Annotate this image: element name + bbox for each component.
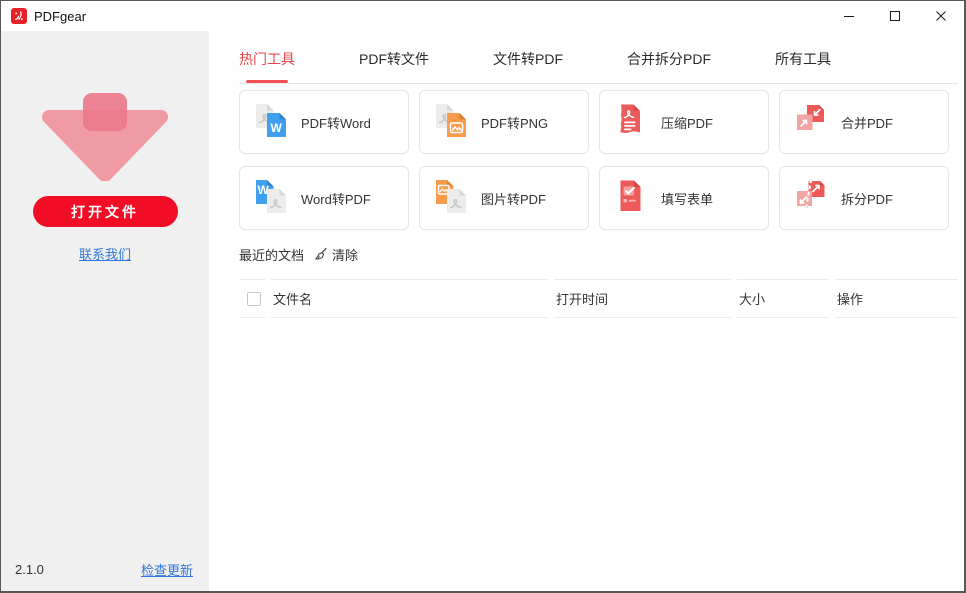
tool-card-pdf-to-png[interactable]: PDF转PNG	[419, 90, 589, 154]
sidebar: 打开文件 联系我们 2.1.0 检查更新	[1, 31, 209, 591]
title-bar: PDFgear	[1, 1, 964, 31]
tool-card-word-to-pdf[interactable]: W Word转PDF	[239, 166, 409, 230]
tool-card-label: Word转PDF	[301, 191, 371, 207]
window-title: PDFgear	[34, 8, 87, 24]
app-window: PDFgear 打开文件 联系我们 2.1.0 检查更新 热门工具 PDF转文件…	[0, 0, 966, 593]
tool-card-label: 合并PDF	[841, 115, 894, 131]
svg-text:W: W	[271, 121, 283, 135]
app-logo-icon	[11, 8, 27, 24]
tool-card-label: 图片转PDF	[481, 191, 547, 207]
maximize-icon	[890, 11, 900, 21]
fill-form-icon	[613, 178, 649, 219]
table-col-actions: 操作	[835, 279, 958, 318]
clear-label: 清除	[332, 247, 359, 263]
pdf-to-png-icon	[433, 102, 469, 143]
tool-card-split-pdf[interactable]: 拆分PDF	[779, 166, 949, 230]
table-col-open-time: 打开时间	[554, 279, 731, 318]
version-label: 2.1.0	[15, 562, 44, 577]
tool-card-compress-pdf[interactable]: 压缩PDF	[599, 90, 769, 154]
word-to-pdf-icon: W	[253, 178, 289, 219]
tool-card-label: 压缩PDF	[661, 115, 714, 131]
tab-bar: 热门工具 PDF转文件 文件转PDF 合并拆分PDF 所有工具	[239, 31, 958, 84]
recent-docs-table-body	[209, 318, 964, 591]
tab-file-to-pdf[interactable]: 文件转PDF	[493, 49, 563, 83]
download-arrow-graphic	[35, 91, 175, 186]
compress-pdf-icon	[613, 102, 649, 143]
tool-card-label: PDF转PNG	[481, 115, 549, 131]
maximize-button[interactable]	[872, 1, 918, 31]
recent-docs-table-header: 文件名 打开时间 大小 操作	[239, 279, 958, 318]
pdf-to-word-icon: W	[253, 102, 289, 143]
minimize-icon	[844, 16, 854, 17]
merge-pdf-icon	[793, 102, 829, 143]
table-col-filename: 文件名	[271, 279, 548, 318]
select-all-checkbox[interactable]	[247, 291, 261, 306]
tab-merge-split-pdf[interactable]: 合并拆分PDF	[627, 49, 711, 83]
open-file-button[interactable]: 打开文件	[32, 196, 178, 227]
check-update-link[interactable]: 检查更新	[141, 560, 193, 579]
table-col-size: 大小	[737, 279, 829, 318]
contact-us-link[interactable]: 联系我们	[79, 244, 131, 263]
image-to-pdf-icon	[433, 178, 469, 219]
recent-docs-header: 最近的文档 清除	[239, 245, 964, 264]
minimize-button[interactable]	[826, 1, 872, 31]
table-col-checkbox	[239, 279, 265, 318]
main-panel: 热门工具 PDF转文件 文件转PDF 合并拆分PDF 所有工具 W PDF转Wo…	[209, 31, 964, 591]
tab-hot-tools[interactable]: 热门工具	[239, 49, 295, 83]
sidebar-bottom: 2.1.0 检查更新	[1, 560, 209, 591]
close-button[interactable]	[918, 1, 964, 31]
clear-broom-icon	[315, 247, 327, 260]
clear-recent-button[interactable]: 清除	[314, 245, 358, 264]
split-pdf-icon	[793, 178, 829, 219]
recent-docs-title: 最近的文档	[239, 247, 305, 263]
tool-card-label: 填写表单	[661, 191, 714, 207]
tool-card-label: 拆分PDF	[841, 191, 894, 207]
tool-card-fill-form[interactable]: 填写表单	[599, 166, 769, 230]
tool-card-image-to-pdf[interactable]: 图片转PDF	[419, 166, 589, 230]
tab-pdf-to-file[interactable]: PDF转文件	[359, 49, 429, 83]
tool-card-pdf-to-word[interactable]: W PDF转Word	[239, 90, 409, 154]
close-icon	[936, 11, 946, 21]
tool-grid: W PDF转Word PDF转PNG 压缩PDF 合并PDF W Word转PD…	[239, 90, 964, 230]
tool-card-label: PDF转Word	[301, 115, 371, 131]
tool-card-merge-pdf[interactable]: 合并PDF	[779, 90, 949, 154]
tab-all-tools[interactable]: 所有工具	[775, 49, 831, 83]
